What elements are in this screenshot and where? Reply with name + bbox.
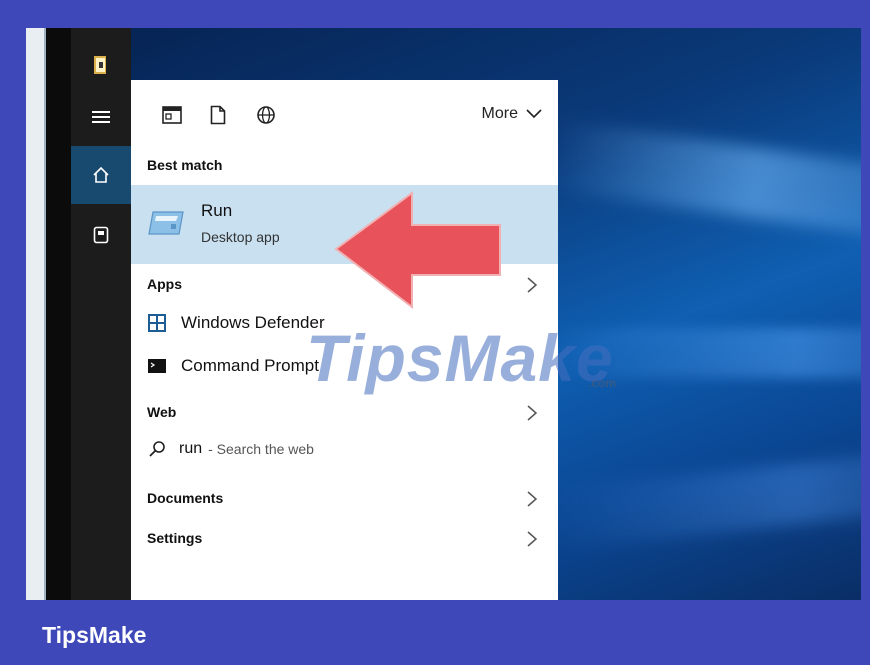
section-web[interactable]: Web [147, 404, 176, 420]
best-match-subtitle: Desktop app [201, 229, 280, 245]
chevron-down-icon [526, 109, 542, 119]
apps-filter-icon[interactable] [159, 102, 185, 128]
run-app-icon [147, 209, 185, 242]
documents-filter-icon[interactable] [205, 102, 231, 128]
section-settings[interactable]: Settings [147, 530, 202, 546]
web-filter-icon[interactable] [253, 102, 279, 128]
web-search-suggestion[interactable]: run - Search the web [131, 429, 558, 469]
apps-chevron-right-icon[interactable] [526, 276, 538, 294]
watermark: TipsMake [306, 321, 614, 395]
settings-chevron-right-icon[interactable] [526, 530, 538, 548]
web-hint: - Search the web [208, 441, 314, 457]
window-edge [26, 28, 46, 600]
desktop-light-ray [543, 119, 861, 247]
section-apps[interactable]: Apps [147, 276, 182, 292]
web-query: run [179, 440, 203, 457]
more-label: More [481, 105, 518, 122]
search-icon [147, 439, 167, 459]
desktop-light-ray [544, 446, 861, 550]
app-label: Windows Defender [181, 313, 325, 332]
desktop-screen: More Best match Run Desktop app Apps Win… [26, 28, 861, 600]
image-frame: More Best match Run Desktop app Apps Win… [0, 0, 870, 665]
best-match-title: Run [201, 201, 233, 220]
watermark-suffix: .com [588, 376, 617, 390]
footer-brand: TipsMake [42, 622, 147, 648]
app-label: Command Prompt [181, 356, 319, 375]
home-icon[interactable] [71, 146, 131, 204]
web-chevron-right-icon[interactable] [526, 404, 538, 422]
documents-icon[interactable] [71, 206, 131, 264]
user-folder-icon[interactable] [93, 54, 109, 76]
section-best-match: Best match [147, 157, 223, 173]
documents-chevron-right-icon[interactable] [526, 490, 538, 508]
pointer-arrow-icon [334, 191, 501, 309]
filter-bar: More [131, 80, 558, 152]
command-prompt-icon [147, 356, 167, 376]
section-documents[interactable]: Documents [147, 490, 223, 506]
more-dropdown[interactable]: More [482, 105, 542, 123]
windows-defender-icon [147, 313, 167, 333]
hamburger-menu-icon[interactable] [71, 88, 131, 146]
